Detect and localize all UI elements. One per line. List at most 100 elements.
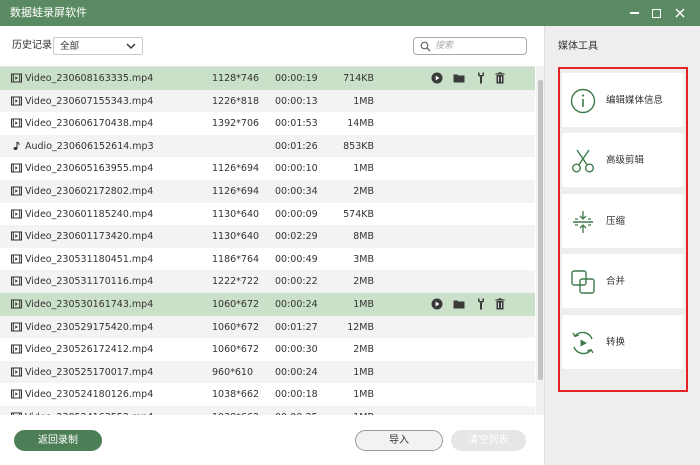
video-file-icon — [11, 231, 22, 241]
file-duration: 00:00:30 — [275, 344, 318, 356]
file-name: Video_230601185240.mp4 — [25, 208, 154, 220]
file-resolution: 1222*722 — [212, 276, 260, 288]
file-resolution: 1060*672 — [212, 299, 260, 310]
tool-icon[interactable] — [475, 298, 487, 310]
title-bar[interactable]: 数据蛙录屏软件 — [0, 0, 700, 26]
scrollbar-thumb[interactable] — [538, 80, 543, 380]
file-row[interactable]: Video_230608163335.mp4 1128*746 00:00:19 71… — [0, 67, 535, 90]
file-resolution: 1060*672 — [212, 321, 260, 333]
file-row[interactable]: Video_230606170438.mp4 1392*706 00:01:53 14… — [0, 112, 535, 135]
file-name: Video_230524180126.mp4 — [25, 389, 154, 401]
file-row[interactable]: Video_230602172802.mp4 1126*694 00:00:34 2M… — [0, 180, 535, 203]
file-row[interactable]: Video_230524180126.mp4 1038*662 00:00:18 1M… — [0, 383, 535, 406]
close-button[interactable] — [670, 3, 690, 23]
file-name: Video_230607155343.mp4 — [25, 95, 154, 107]
file-row[interactable]: Video_230531180451.mp4 1186*764 00:00:49 3M… — [0, 248, 535, 271]
media-tools-title: 媒体工具 — [558, 41, 598, 52]
video-file-icon — [11, 163, 22, 173]
select-value: 全部 — [60, 41, 80, 52]
file-row[interactable]: Video_230524163552.mp41038*66200:00:251M… — [0, 406, 535, 415]
file-name: Video_230531180451.mp4 — [25, 253, 154, 265]
file-size: 2MB — [353, 344, 374, 356]
file-size: 853KB — [343, 140, 374, 152]
search-placeholder: 搜索 — [435, 41, 454, 51]
file-resolution: 1226*818 — [212, 95, 260, 107]
video-file-icon — [11, 186, 22, 196]
file-row[interactable]: Video_230531170116.mp4 1222*722 00:00:22 2M… — [0, 270, 535, 293]
file-row[interactable]: Video_230529175420.mp4 1060*672 00:01:27 12… — [0, 315, 535, 339]
scissors-icon — [572, 149, 594, 173]
file-name: Video_230602172802.mp4 — [25, 186, 154, 197]
file-resolution: 1038*662 — [212, 389, 260, 401]
play-icon[interactable] — [431, 298, 443, 310]
file-row[interactable]: Video_230530161743.mp4 1060*672 00:00:24 1M… — [0, 293, 535, 316]
file-duration: 00:00:22 — [275, 276, 318, 288]
file-duration: 00:00:09 — [275, 208, 318, 220]
recording-list[interactable]: Video_230608163335.mp4 1128*746 00:00:19 71… — [0, 66, 535, 415]
file-resolution: 1126*694 — [212, 163, 260, 175]
tool-label: 压缩 — [606, 215, 626, 227]
tool-label: 合并 — [606, 276, 626, 288]
file-name: Video_230606170438.mp4 — [25, 118, 154, 130]
file-duration: 00:00:24 — [275, 366, 318, 378]
file-size: 574KB — [343, 208, 374, 220]
media-tools-panel: 媒体工具 编辑媒体信息 高级剪辑压缩合并转换 — [544, 26, 700, 465]
play-icon[interactable] — [431, 72, 443, 84]
merge-icon — [571, 270, 595, 294]
file-duration: 00:00:24 — [275, 299, 318, 310]
file-resolution: 1130*640 — [212, 208, 260, 220]
info-icon — [570, 88, 596, 114]
video-file-icon — [11, 344, 22, 354]
tool-card[interactable]: 高级剪辑 — [562, 133, 684, 188]
tool-card[interactable]: 压缩 — [562, 193, 684, 248]
trash-icon[interactable] — [494, 72, 506, 84]
minimize-button[interactable] — [624, 3, 644, 23]
file-duration: 00:01:53 — [275, 118, 318, 130]
file-size: 1MB — [353, 163, 374, 175]
trash-icon[interactable] — [494, 298, 506, 310]
file-duration: 00:01:26 — [275, 140, 318, 152]
file-duration: 00:00:13 — [275, 95, 318, 107]
file-row[interactable]: Video_230526172412.mp4 1060*672 00:00:30 2M… — [0, 338, 535, 361]
file-name: Video_230605163955.mp4 — [25, 163, 154, 175]
maximize-button[interactable] — [646, 3, 666, 23]
video-file-icon — [11, 389, 22, 399]
tool-card[interactable]: 编辑媒体信息 — [562, 73, 684, 127]
file-name: Video_230526172412.mp4 — [25, 344, 154, 356]
tool-card[interactable]: 转换 — [562, 314, 684, 369]
file-row[interactable]: Video_230607155343.mp4 1226*818 00:00:13 1M… — [0, 89, 535, 113]
file-size: 14MB — [347, 118, 374, 130]
file-resolution: 1060*672 — [212, 344, 260, 356]
file-row[interactable]: Video_230605163955.mp4 1126*694 00:00:10 1M… — [0, 157, 535, 180]
history-label: 历史记录 — [12, 40, 52, 51]
folder-icon[interactable] — [453, 298, 465, 310]
search-input[interactable]: 搜索 — [413, 37, 527, 55]
media-tools-highlight: 编辑媒体信息 高级剪辑压缩合并转换 — [558, 67, 688, 392]
file-duration: 00:00:19 — [275, 73, 318, 84]
minimize-icon — [629, 12, 639, 14]
history-filter-select[interactable]: 全部 — [53, 37, 143, 55]
file-size: 12MB — [347, 321, 374, 333]
file-row[interactable]: Video_230525170017.mp4 960*610 00:00:24 1MB — [0, 360, 535, 384]
file-row[interactable]: Video_230601173420.mp4 1130*640 00:02:29 8M… — [0, 225, 535, 248]
file-name: Video_230529175420.mp4 — [25, 321, 154, 333]
file-row[interactable]: Audio_230606152614.mp3 00:01:26 853KB — [0, 134, 535, 158]
back-to-record-button[interactable]: 返回录制 — [14, 430, 102, 451]
tool-label: 转换 — [606, 336, 626, 348]
tool-icon[interactable] — [475, 72, 487, 84]
maximize-icon — [651, 8, 661, 18]
tool-card[interactable]: 合并 — [562, 254, 684, 309]
file-size: 2MB — [353, 276, 374, 288]
file-name: Audio_230606152614.mp3 — [25, 140, 154, 152]
video-file-icon — [11, 276, 22, 286]
file-name: Video_230601173420.mp4 — [25, 231, 154, 243]
clear-list-button[interactable]: 清空列表 — [451, 430, 526, 451]
folder-icon[interactable] — [453, 72, 465, 84]
bottom-bar: 返回录制 导入 清空列表 — [0, 415, 544, 465]
file-name: Video_230608163335.mp4 — [25, 73, 154, 84]
file-resolution: 1126*694 — [212, 186, 260, 197]
file-size: 1MB — [353, 366, 374, 378]
file-row[interactable]: Video_230601185240.mp4 1130*640 00:00:09 57… — [0, 203, 535, 226]
video-file-icon — [11, 299, 22, 309]
import-button[interactable]: 导入 — [355, 430, 443, 451]
